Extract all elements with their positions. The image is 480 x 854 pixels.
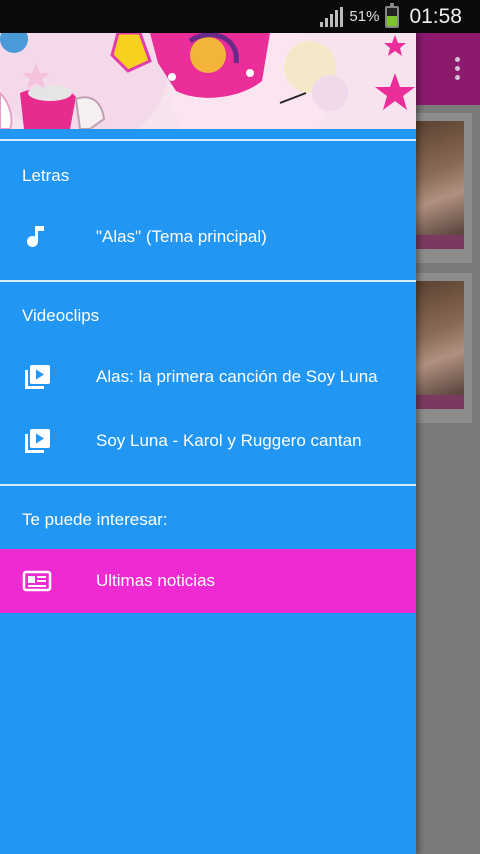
- section-label-te-puede-interesar: Te puede interesar:: [22, 510, 168, 529]
- battery-percent: 51%: [349, 8, 380, 25]
- battery-icon: [385, 2, 400, 28]
- newspaper-icon: [22, 566, 52, 596]
- section-label-letras: Letras: [22, 166, 70, 185]
- card-thumbnail: [414, 281, 464, 409]
- drawer-item-video-alas[interactable]: Alas: la primera canción de Soy Luna: [0, 345, 416, 409]
- drawer-header-image: [0, 33, 416, 129]
- drawer-item-label: Ultimas noticias: [96, 571, 216, 590]
- overflow-menu-icon[interactable]: [455, 57, 460, 80]
- navigation-drawer: Letras "Alas" (Tema principal) Videoclip…: [0, 33, 416, 854]
- signal-icon: [320, 6, 344, 27]
- divider: [0, 484, 416, 486]
- video-library-icon: [22, 362, 52, 392]
- drawer-item-ultimas-noticias[interactable]: Ultimas noticias: [0, 549, 416, 613]
- status-icons: 51% 01:58: [320, 0, 462, 33]
- header-artwork: [0, 33, 415, 129]
- drawer-item-video-karol-ruggero[interactable]: Soy Luna - Karol y Ruggero cantan: [0, 409, 416, 473]
- section-label-videoclips: Videoclips: [22, 306, 100, 325]
- drawer-item-label: Alas: la primera canción de Soy Luna: [96, 367, 378, 386]
- video-library-icon: [22, 426, 52, 456]
- divider: [0, 280, 416, 282]
- divider: [0, 139, 416, 141]
- drawer-item-alas-lyrics[interactable]: "Alas" (Tema principal): [0, 205, 416, 269]
- status-bar: 51% 01:58: [0, 0, 480, 33]
- drawer-item-label: Soy Luna - Karol y Ruggero cantan: [96, 431, 362, 450]
- clock: 01:58: [409, 4, 462, 28]
- drawer-item-label: "Alas" (Tema principal): [96, 227, 267, 246]
- music-note-icon: [22, 222, 52, 252]
- card-thumbnail: [414, 121, 464, 249]
